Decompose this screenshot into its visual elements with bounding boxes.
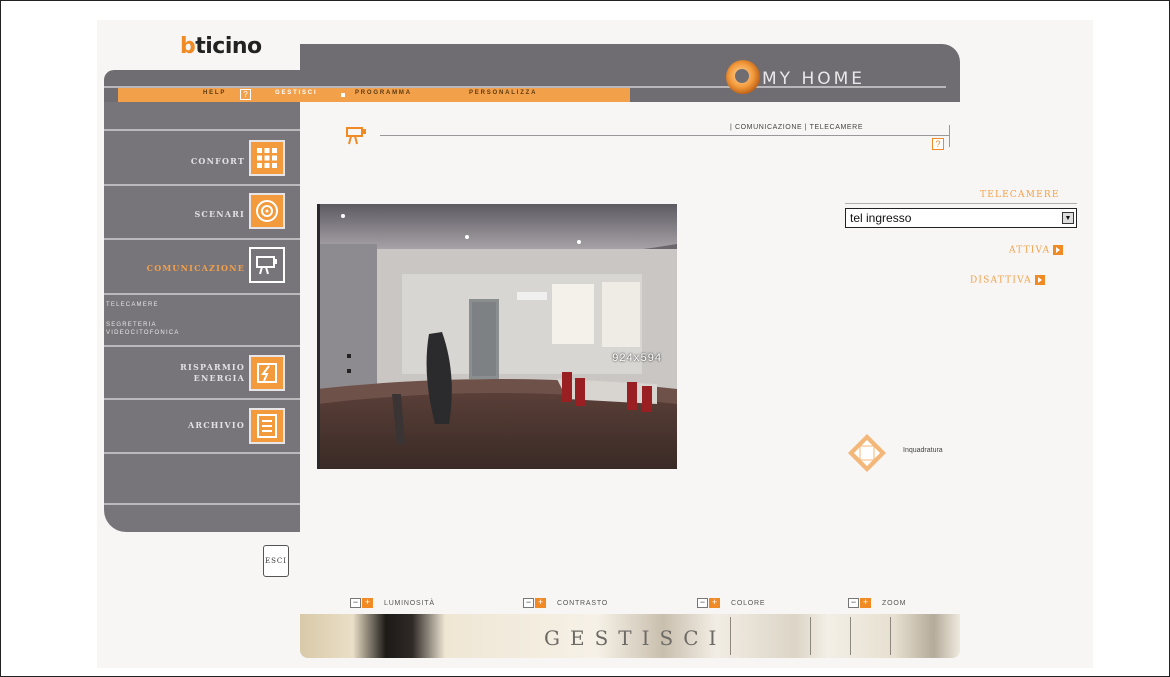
brightness-minus-button[interactable]: − — [350, 598, 361, 608]
sidebar-subitem-telecamere[interactable]: TELECAMERE — [106, 302, 159, 308]
color-plus-button[interactable]: + — [709, 598, 720, 608]
camera-icon[interactable] — [249, 247, 285, 283]
contrast-control: − + CONTRASTO — [523, 598, 608, 608]
activate-button[interactable]: ATTIVA — [1009, 245, 1064, 256]
contrast-minus-button[interactable]: − — [523, 598, 534, 608]
sidebar-divider — [104, 184, 300, 186]
keypad-icon[interactable] — [249, 140, 285, 176]
sidebar-divider — [104, 129, 300, 131]
nav-personalizza[interactable]: PERSONALIZZA — [469, 90, 537, 96]
brightness-control: − + LUMINOSITÀ — [350, 598, 435, 608]
help-icon[interactable]: ? — [240, 89, 251, 100]
footer-divider — [730, 617, 731, 655]
brightness-label: LUMINOSITÀ — [384, 599, 435, 607]
archive-icon[interactable] — [249, 408, 285, 444]
pan-tilt-control[interactable] — [846, 432, 888, 474]
telecamere-title: TELECAMERE — [980, 190, 1060, 200]
content-divider-vertical — [949, 125, 950, 147]
color-minus-button[interactable]: − — [697, 598, 708, 608]
sidebar-divider — [104, 293, 300, 295]
footer-divider — [890, 617, 891, 655]
resolution-label: 924x594 — [612, 353, 662, 365]
breadcrumb: | COMUNICAZIONE | TELECAMERE — [730, 124, 864, 131]
bticino-logo: bticino — [180, 34, 262, 59]
myhome-logo-icon — [726, 60, 760, 94]
sidebar-item-comunicazione[interactable]: COMUNICAZIONE — [147, 263, 245, 273]
camera-section-icon — [345, 125, 369, 147]
camera-video-feed[interactable]: 924x594 — [317, 204, 677, 469]
arrow-right-icon — [1053, 245, 1064, 255]
activate-label: ATTIVA — [1009, 245, 1051, 256]
contrast-label: CONTRASTO — [557, 599, 609, 607]
footer-divider — [810, 617, 811, 655]
zoom-plus-button[interactable]: + — [860, 598, 871, 608]
deactivate-label: DISATTIVA — [970, 275, 1032, 286]
help-button[interactable]: ? — [932, 138, 944, 150]
footer-title: GESTISCI — [544, 626, 727, 650]
exit-button[interactable]: ESCI — [263, 545, 289, 577]
zoom-label: ZOOM — [882, 599, 907, 607]
zoom-control: − + ZOOM — [848, 598, 906, 608]
framing-label: Inquadratura — [903, 447, 943, 454]
nav-help[interactable]: HELP — [203, 90, 226, 96]
arrow-right-icon — [1034, 275, 1045, 285]
sidebar-item-confort[interactable]: CONFORT — [191, 156, 245, 166]
sidebar-item-scenari[interactable]: SCENARI — [194, 209, 245, 219]
sidebar-divider — [104, 345, 300, 347]
sidebar-item-risparmio[interactable]: RISPARMIO ENERGIA — [155, 362, 245, 384]
color-label: COLORE — [731, 599, 766, 607]
chevron-down-icon[interactable]: ▼ — [1062, 212, 1074, 224]
color-control: − + COLORE — [697, 598, 765, 608]
logo-text: ticino — [195, 34, 262, 59]
brightness-plus-button[interactable]: + — [362, 598, 373, 608]
footer-divider — [850, 617, 851, 655]
sidebar-divider — [104, 503, 300, 505]
panel-divider — [845, 203, 1077, 204]
camera-scene-image — [317, 204, 677, 469]
nav-programma[interactable]: PROGRAMMA — [355, 90, 412, 96]
sidebar-item-archivio[interactable]: ARCHIVIO — [188, 420, 245, 430]
camera-select[interactable]: tel ingresso ▼ — [845, 208, 1077, 228]
zoom-minus-button[interactable]: − — [848, 598, 859, 608]
scene-dial-icon[interactable] — [249, 193, 285, 229]
sidebar-divider — [104, 398, 300, 400]
camera-select-value: tel ingresso — [850, 211, 912, 225]
energy-icon[interactable] — [249, 355, 285, 391]
nav-gestisci[interactable]: GESTISCI — [275, 90, 317, 96]
myhome-title: MY HOME — [762, 69, 866, 89]
sidebar-divider — [104, 238, 300, 240]
sidebar-subitem-segreteria[interactable]: SEGRETERIA VIDEOCITOFONICA — [106, 321, 226, 337]
contrast-plus-button[interactable]: + — [535, 598, 546, 608]
deactivate-button[interactable]: DISATTIVA — [970, 275, 1045, 286]
sidebar-divider — [104, 452, 300, 454]
nav-separator-icon — [341, 93, 345, 97]
content-divider — [380, 135, 950, 136]
